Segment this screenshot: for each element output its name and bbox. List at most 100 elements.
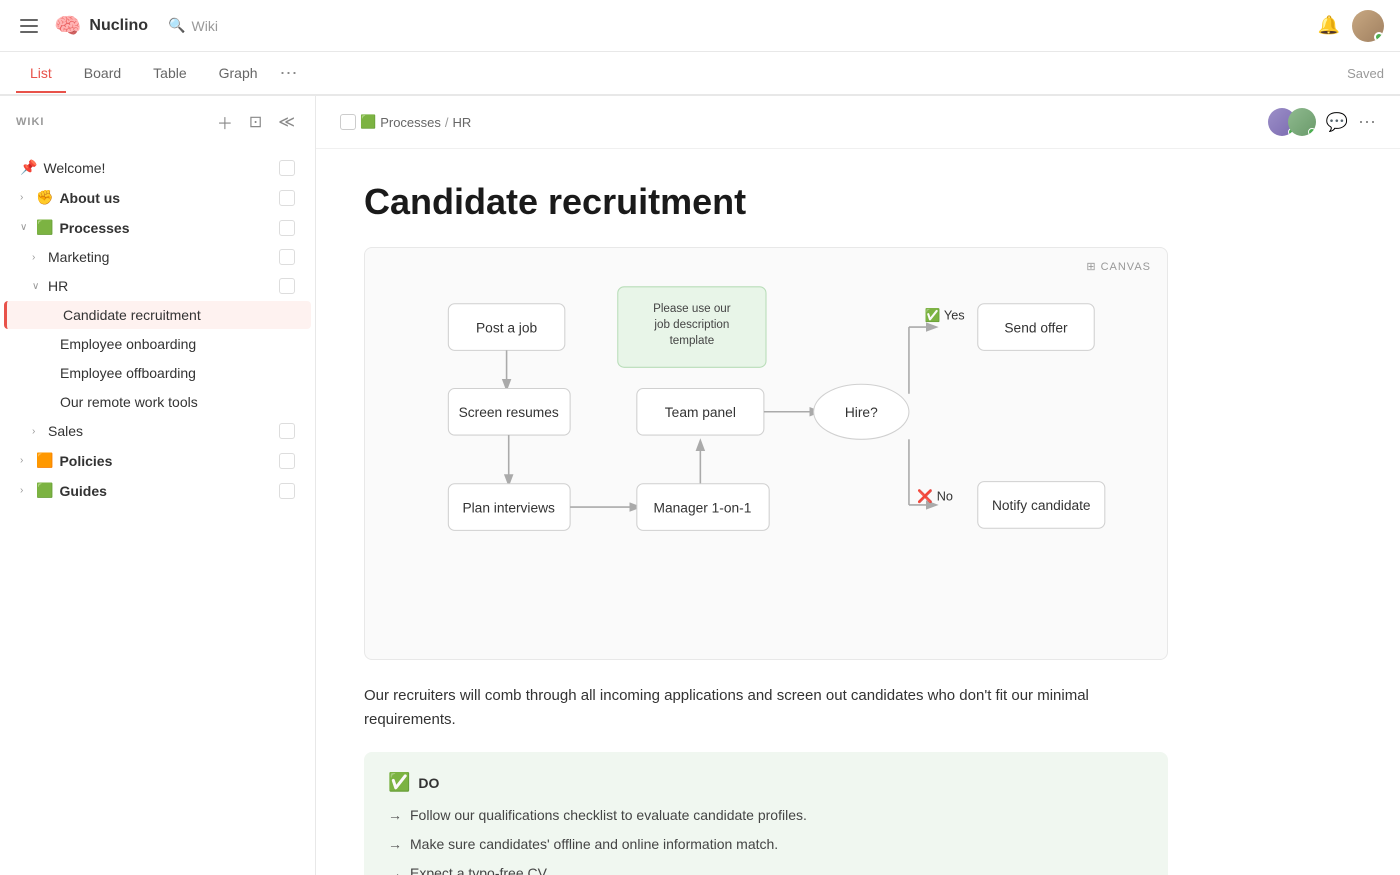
- processes-emoji: 🟩: [36, 219, 53, 236]
- svg-text:Hire?: Hire?: [845, 405, 878, 420]
- item-checkbox[interactable]: [279, 423, 295, 439]
- collaborator-avatar-2[interactable]: [1288, 108, 1316, 136]
- sidebar-collapse-icon[interactable]: ≪: [274, 110, 299, 134]
- sidebar-item-candidate-recruitment[interactable]: Candidate recruitment: [4, 301, 311, 329]
- sidebar-wiki-label: WIKI: [16, 116, 205, 128]
- svg-text:✅ Yes: ✅ Yes: [925, 308, 965, 323]
- sidebar-item-welcome[interactable]: 📌 Welcome!: [4, 153, 311, 182]
- about-emoji: ✊: [36, 189, 53, 206]
- do-item-1: → Follow our qualifications checklist to…: [388, 805, 1144, 826]
- guides-emoji: 🟩: [36, 482, 53, 499]
- item-checkbox[interactable]: [279, 190, 295, 206]
- breadcrumb-folder-icon: 🟩: [360, 114, 376, 130]
- do-item-text: Expect a typo-free CV.: [410, 863, 550, 875]
- do-item-3: → Expect a typo-free CV.: [388, 863, 1144, 875]
- do-check-icon: ✅: [388, 772, 410, 793]
- sidebar-item-about-us[interactable]: › ✊ About us: [4, 183, 311, 212]
- svg-text:Screen resumes: Screen resumes: [459, 405, 559, 420]
- sidebar-item-label: About us: [59, 190, 279, 206]
- sidebar-item-processes[interactable]: ∨ 🟩 Processes: [4, 213, 311, 242]
- do-arrow-icon: →: [388, 863, 402, 875]
- item-checkbox[interactable]: [279, 249, 295, 265]
- sidebar-item-label: Sales: [48, 423, 279, 439]
- item-checkbox[interactable]: [279, 220, 295, 236]
- sidebar-add-icon[interactable]: ＋: [213, 108, 237, 136]
- content-actions: 💬 ⋯: [1268, 108, 1376, 136]
- collaborator-status: [1308, 128, 1316, 136]
- content-body: Candidate recruitment ⊞ CANVAS Post a jo…: [316, 149, 1216, 875]
- item-checkbox[interactable]: [279, 278, 295, 294]
- body-text: Our recruiters will comb through all inc…: [364, 684, 1168, 732]
- sidebar-item-guides[interactable]: › 🟩 Guides: [4, 476, 311, 505]
- chevron-right-icon: ›: [20, 192, 32, 203]
- sidebar-items: 📌 Welcome! › ✊ About us ∨ 🟩 Processes ›: [0, 148, 315, 510]
- breadcrumb-processes[interactable]: Processes: [380, 115, 441, 130]
- do-arrow-icon: →: [388, 805, 402, 826]
- do-item-text: Follow our qualifications checklist to e…: [410, 805, 807, 826]
- do-arrow-icon: →: [388, 834, 402, 855]
- chevron-down-icon: ∨: [20, 222, 32, 233]
- main-body: WIKI ＋ ⊡ ≪ 📌 Welcome! › ✊ About us ∨ �: [0, 96, 1400, 875]
- item-checkbox[interactable]: [279, 483, 295, 499]
- do-block: ✅ DO → Follow our qualifications checkli…: [364, 752, 1168, 875]
- sidebar-item-label: Candidate recruitment: [63, 307, 295, 323]
- avatar-online-status: [1374, 32, 1384, 42]
- policies-emoji: 🟧: [36, 452, 53, 469]
- logo-text: Nuclino: [89, 17, 148, 35]
- search-icon: 🔍: [168, 17, 185, 34]
- breadcrumb-hr[interactable]: HR: [453, 115, 472, 130]
- flow-diagram: ⊞ CANVAS Post a job Please use our job d…: [364, 247, 1168, 660]
- canvas-label: ⊞ CANVAS: [1086, 260, 1151, 273]
- svg-text:❌ No: ❌ No: [917, 489, 953, 505]
- sidebar-header: WIKI ＋ ⊡ ≪: [0, 96, 315, 148]
- sidebar-expand-icon[interactable]: ⊡: [245, 110, 266, 134]
- do-label: DO: [418, 775, 439, 791]
- search-area[interactable]: 🔍 Wiki: [168, 17, 218, 34]
- breadcrumb-checkbox[interactable]: [340, 114, 356, 130]
- top-nav-right: 🔔: [1318, 10, 1384, 42]
- item-checkbox[interactable]: [279, 453, 295, 469]
- comment-icon[interactable]: 💬: [1326, 112, 1348, 133]
- svg-text:Send offer: Send offer: [1004, 320, 1068, 335]
- sidebar-item-employee-offboarding[interactable]: Employee offboarding: [4, 359, 311, 387]
- sidebar-item-label: Welcome!: [43, 160, 279, 176]
- more-options-icon[interactable]: ⋯: [1358, 112, 1376, 133]
- sidebar-item-sales[interactable]: › Sales: [4, 417, 311, 445]
- search-placeholder: Wiki: [192, 18, 218, 34]
- do-header: ✅ DO: [388, 772, 1144, 793]
- svg-text:Manager 1-on-1: Manager 1-on-1: [654, 500, 752, 515]
- tab-board[interactable]: Board: [70, 55, 135, 93]
- tab-more-icon[interactable]: ⋯: [280, 63, 298, 84]
- do-item-text: Make sure candidates' offline and online…: [410, 834, 778, 855]
- sidebar: WIKI ＋ ⊡ ≪ 📌 Welcome! › ✊ About us ∨ �: [0, 96, 316, 875]
- sidebar-item-employee-onboarding[interactable]: Employee onboarding: [4, 330, 311, 358]
- sidebar-item-marketing[interactable]: › Marketing: [4, 243, 311, 271]
- welcome-emoji: 📌: [20, 159, 37, 176]
- chevron-down-icon: ∨: [32, 281, 44, 292]
- logo: 🧠 Nuclino: [54, 13, 148, 39]
- tab-table[interactable]: Table: [139, 55, 200, 93]
- sidebar-item-hr[interactable]: ∨ HR: [4, 272, 311, 300]
- sidebar-item-label: Employee offboarding: [60, 365, 295, 381]
- hamburger-menu[interactable]: [16, 15, 42, 37]
- saved-label: Saved: [1347, 66, 1384, 81]
- content-area: 🟩 Processes / HR 💬 ⋯ Candidate r: [316, 96, 1400, 875]
- chevron-right-icon: ›: [20, 485, 32, 496]
- breadcrumb-separator: /: [445, 115, 449, 130]
- svg-text:Please use our: Please use our: [653, 302, 731, 315]
- item-checkbox[interactable]: [279, 160, 295, 176]
- notification-bell-icon[interactable]: 🔔: [1318, 15, 1340, 36]
- tab-graph[interactable]: Graph: [205, 55, 272, 93]
- flow-diagram-svg: Post a job Please use our job descriptio…: [389, 272, 1143, 632]
- tab-list[interactable]: List: [16, 55, 66, 93]
- logo-icon: 🧠: [54, 13, 81, 39]
- svg-text:Plan interviews: Plan interviews: [462, 500, 555, 515]
- svg-text:Notify candidate: Notify candidate: [992, 498, 1091, 513]
- sidebar-item-label: Policies: [59, 453, 279, 469]
- sidebar-item-remote-work[interactable]: Our remote work tools: [4, 388, 311, 416]
- tab-bar: List Board Table Graph ⋯ Saved: [0, 52, 1400, 96]
- svg-text:Post a job: Post a job: [476, 320, 538, 335]
- user-avatar[interactable]: [1352, 10, 1384, 42]
- sidebar-item-policies[interactable]: › 🟧 Policies: [4, 446, 311, 475]
- sidebar-item-label: Marketing: [48, 249, 279, 265]
